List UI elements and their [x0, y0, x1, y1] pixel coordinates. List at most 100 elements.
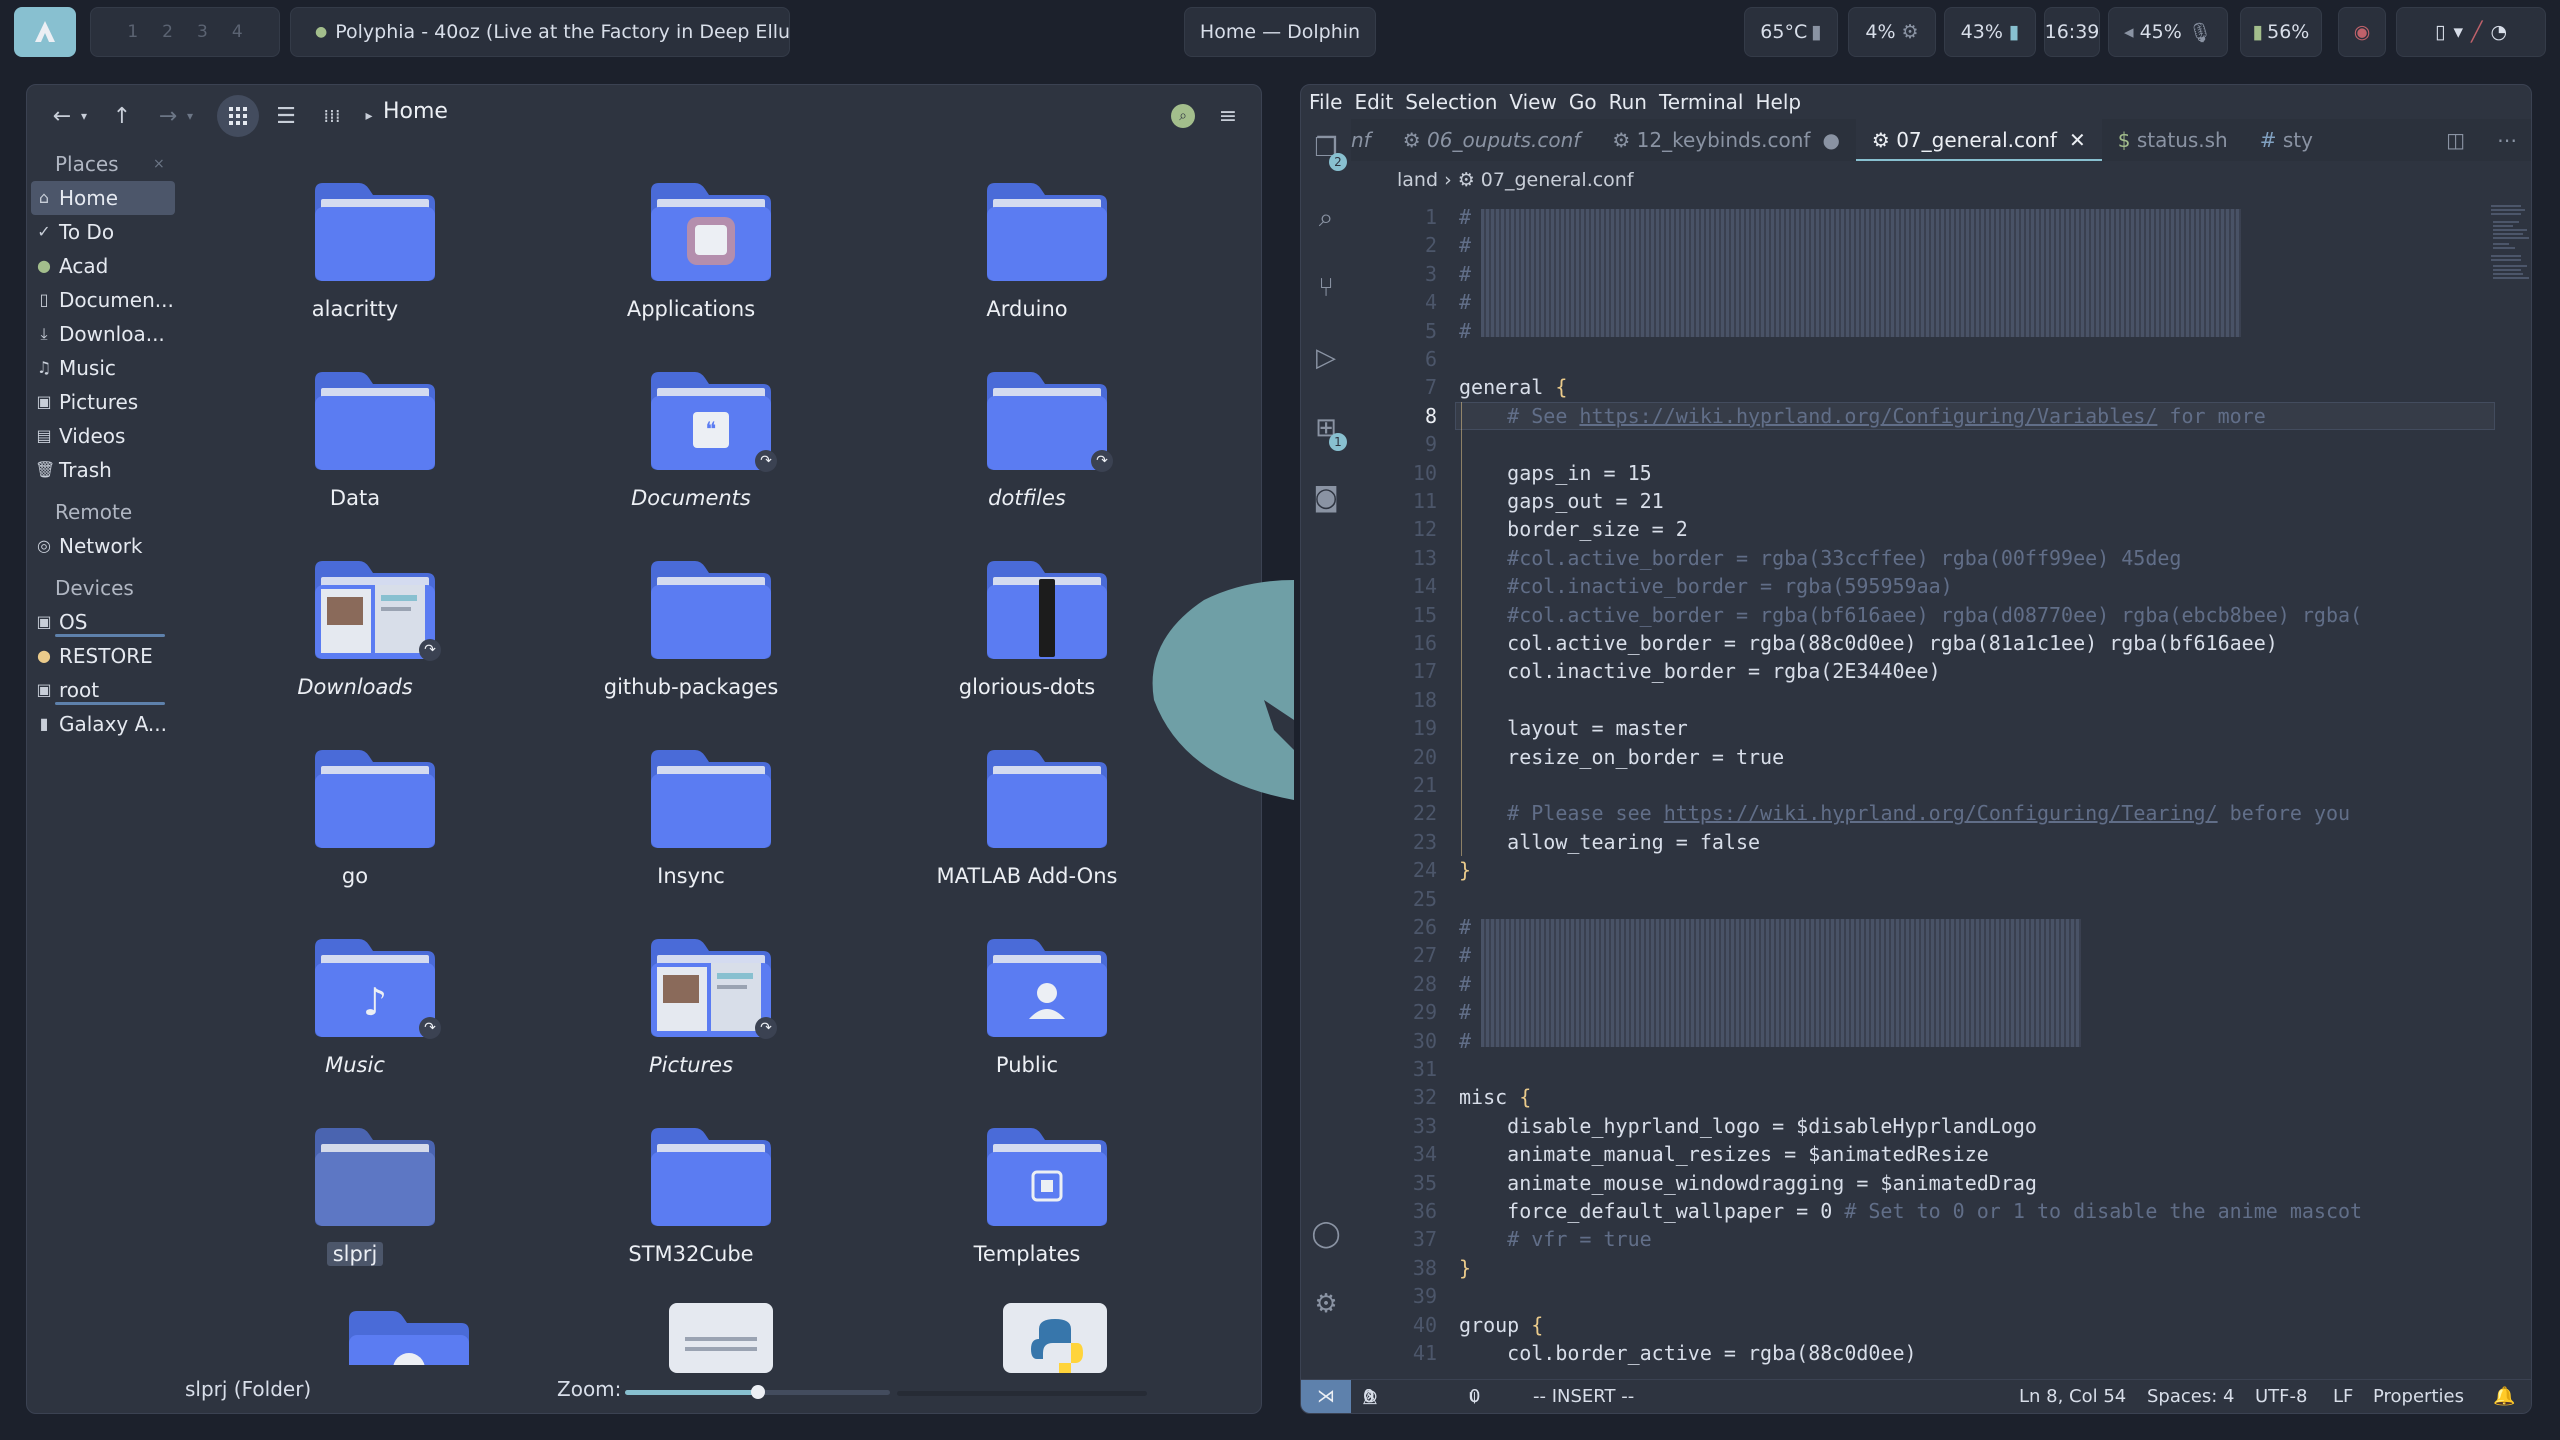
sidebar-item-os[interactable]: ▣ OS — [27, 605, 177, 639]
tab-07-general[interactable]: ⚙ 07_general.conf ✕ — [1855, 119, 2102, 161]
notifications-bell-icon[interactable]: 🔔 — [2493, 1380, 2515, 1413]
explorer-icon[interactable]: ❐ 2 — [1309, 133, 1347, 171]
split-editor-icon[interactable]: ◫ — [2430, 119, 2481, 161]
phone-icon[interactable]: ▯ — [2435, 21, 2445, 43]
cursor-position[interactable]: Ln 8, Col 54 — [2019, 1380, 2126, 1413]
settings-gear-icon[interactable]: ⚙ — [1309, 1289, 1343, 1323]
folder-go[interactable]: go — [205, 744, 505, 934]
folder-downloads[interactable]: ↷ Downloads — [205, 555, 505, 745]
devices-header: Devices — [55, 576, 134, 600]
more-actions-icon[interactable]: ⋯ — [2481, 119, 2531, 161]
folder-partial[interactable] — [343, 1305, 475, 1365]
remote-indicator-icon[interactable]: ⋊ — [1301, 1380, 1351, 1413]
power-profile-icon[interactable]: ╱ — [2471, 21, 2482, 43]
folder-matlab-add-ons[interactable]: MATLAB Add-Ons — [877, 744, 1177, 934]
sidebar-item-downloads[interactable]: ⤓ Downloa... — [27, 317, 177, 351]
media-player[interactable]: ● Polyphia - 40oz (Live at the Factory i… — [290, 7, 790, 57]
sidebar-item-trash[interactable]: 🗑 Trash — [27, 453, 177, 487]
launcher-button[interactable] — [14, 7, 76, 57]
sidebar-item-music[interactable]: ♫ Music — [27, 351, 177, 385]
compact-view-button[interactable]: ⁞⁞⁞ — [317, 98, 347, 134]
folder-alacritty[interactable]: alacritty — [205, 177, 505, 367]
workspace-2[interactable]: 2 — [162, 22, 173, 42]
forward-button[interactable]: → — [153, 98, 183, 134]
zoom-slider-handle[interactable] — [750, 1385, 765, 1399]
sidebar-item-documents[interactable]: ▯ Documen... — [27, 283, 177, 317]
workspace-1[interactable]: 1 — [127, 22, 138, 42]
menu-run[interactable]: Run — [1609, 90, 1647, 114]
sidebar-item-acad[interactable]: ● Acad — [27, 249, 177, 283]
folder-insync[interactable]: Insync — [541, 744, 841, 934]
sidebar-item-videos[interactable]: ▤ Videos — [27, 419, 177, 453]
sidebar-item-home[interactable]: ⌂ Home — [31, 181, 175, 215]
python-file-partial[interactable] — [1003, 1303, 1107, 1373]
breadcrumb-home[interactable]: Home — [383, 99, 448, 124]
menu-file[interactable]: File — [1309, 90, 1342, 114]
breadcrumb-folder[interactable]: land — [1397, 169, 1438, 191]
folder-slprj[interactable]: slprj — [205, 1122, 505, 1312]
signal-icon[interactable]: ◔ — [2490, 21, 2507, 43]
close-tab-icon[interactable]: ✕ — [2069, 128, 2086, 152]
search-icon[interactable]: ⌕ — [1171, 104, 1195, 128]
menu-edit[interactable]: Edit — [1354, 90, 1393, 114]
folder-dotfiles[interactable]: ↷ dotfiles — [877, 366, 1177, 556]
code-editor[interactable]: 1 #2 #3 #4 #5 #6 7 general {8 # See https://wik… — [1351, 203, 2501, 1379]
icons-view-button[interactable] — [217, 95, 259, 137]
tab-12-keybinds[interactable]: ⚙ 12_keybinds.conf ● — [1596, 119, 1856, 161]
workspace-4[interactable]: 4 — [232, 22, 243, 42]
breadcrumb-file[interactable]: 07_general.conf — [1481, 169, 1634, 191]
back-button[interactable]: ← — [47, 98, 77, 134]
menu-selection[interactable]: Selection — [1405, 90, 1497, 114]
privacy-widget[interactable]: ◉ — [2338, 7, 2386, 57]
details-view-button[interactable]: ☰ — [271, 98, 301, 134]
sidebar-item-root[interactable]: ▣ root — [27, 673, 177, 707]
indentation[interactable]: Spaces: 4 — [2147, 1380, 2234, 1413]
menu-view[interactable]: View — [1509, 90, 1556, 114]
forward-history-icon[interactable]: ▾ — [181, 98, 199, 134]
folder-arduino[interactable]: Arduino — [877, 177, 1177, 367]
sidebar-item-galaxy[interactable]: ▮ Galaxy A... — [27, 707, 177, 741]
search-icon[interactable]: ⌕ — [1309, 203, 1343, 237]
menu-terminal[interactable]: Terminal — [1659, 90, 1744, 114]
android-icon[interactable]: ◙ — [1309, 483, 1343, 517]
folder-github-packages[interactable]: github-packages — [541, 555, 841, 745]
text-file-partial[interactable] — [669, 1303, 773, 1373]
tab-06-ouputs[interactable]: ⚙ 06_ouputs.conf — [1387, 119, 1597, 161]
line-ending[interactable]: LF — [2333, 1380, 2353, 1413]
wifi-icon[interactable]: ▾ — [2453, 21, 2463, 43]
account-icon[interactable]: ◯ — [1309, 1219, 1343, 1253]
folder-pictures[interactable]: ↷ Pictures — [541, 933, 841, 1123]
folder-templates[interactable]: Templates — [877, 1122, 1177, 1312]
sidebar-item-todo[interactable]: ✓ To Do — [27, 215, 177, 249]
unsaved-dot-icon[interactable]: ● — [1822, 128, 1839, 152]
close-panel-icon[interactable]: × — [153, 147, 165, 181]
zoom-slider[interactable] — [625, 1385, 890, 1399]
folder-applications[interactable]: Applications — [541, 177, 841, 367]
sidebar-item-restore[interactable]: ● RESTORE — [27, 639, 177, 673]
menu-go[interactable]: Go — [1569, 90, 1597, 114]
tab-nf[interactable]: nf — [1351, 119, 1387, 161]
back-history-icon[interactable]: ▾ — [75, 98, 93, 134]
folder-data[interactable]: Data — [205, 366, 505, 556]
folder-public[interactable]: Public — [877, 933, 1177, 1123]
folder-music[interactable]: ♪ ↷ Music — [205, 933, 505, 1123]
folder-stm32cube[interactable]: STM32Cube — [541, 1122, 841, 1312]
volume-widget[interactable]: ◂ 45% 🎙 — [2108, 7, 2228, 57]
source-control-icon[interactable]: ⑂ — [1309, 273, 1343, 307]
encoding[interactable]: UTF-8 — [2255, 1380, 2307, 1413]
menu-help[interactable]: Help — [1755, 90, 1801, 114]
folder-documents[interactable]: ❝ ↷ Documents — [541, 366, 841, 556]
tab-status-sh[interactable]: $ status.sh — [2102, 119, 2244, 161]
up-button[interactable]: ↑ — [107, 98, 137, 134]
hamburger-menu-button[interactable]: ≡ — [1213, 98, 1243, 134]
sidebar-item-label: Videos — [59, 424, 126, 448]
run-debug-icon[interactable]: ▷ — [1309, 343, 1343, 377]
sidebar-item-pictures[interactable]: ▣ Pictures — [27, 385, 177, 419]
folder-glorious-dots[interactable]: glorious-dots — [877, 555, 1177, 745]
workspace-3[interactable]: 3 — [197, 22, 208, 42]
language-mode[interactable]: Properties — [2373, 1380, 2464, 1413]
tab-sty[interactable]: # sty — [2244, 119, 2329, 161]
minimap[interactable] — [2491, 203, 2531, 323]
extensions-icon[interactable]: ⊞ 1 — [1309, 413, 1347, 451]
sidebar-item-network[interactable]: ◎ Network — [27, 529, 177, 563]
